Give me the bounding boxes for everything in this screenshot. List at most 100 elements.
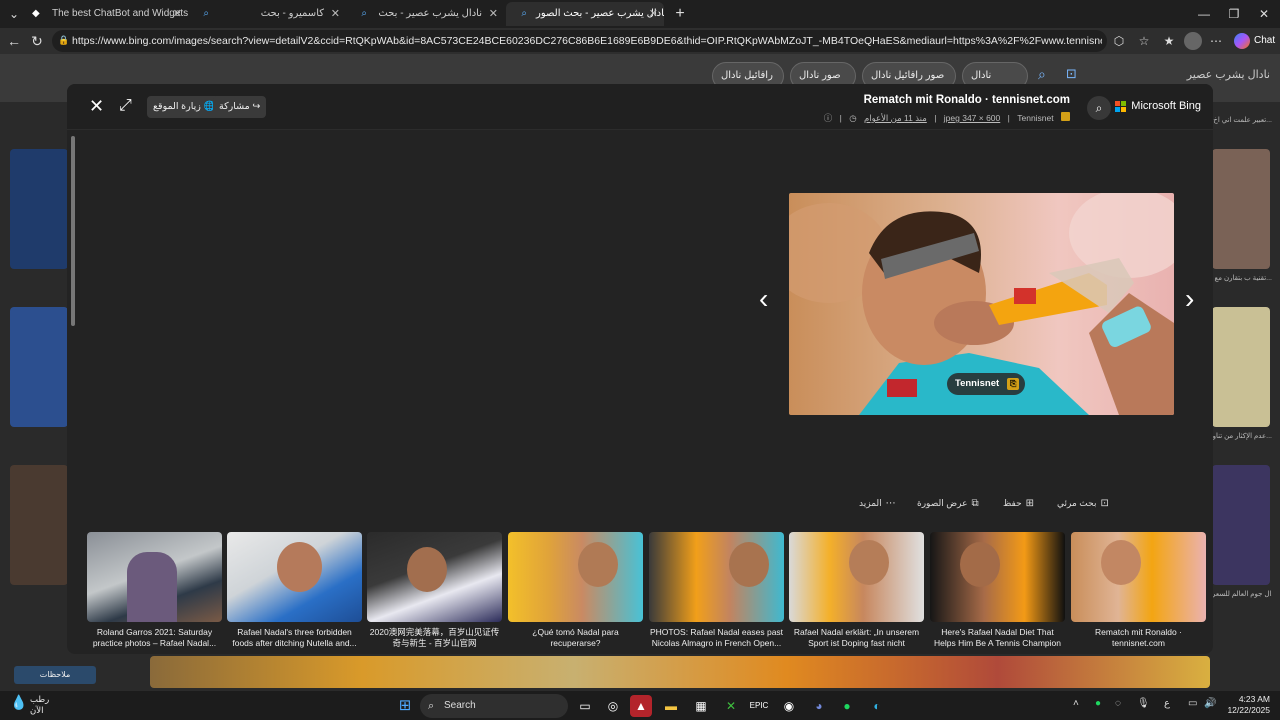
share-button[interactable]: مشاركة ↪: [213, 96, 267, 118]
thumbnail-caption: Roland Garros 2021: Saturday practice ph…: [92, 627, 217, 648]
microsoft-bing-logo[interactable]: Microsoft Bing: [1115, 100, 1201, 112]
previous-arrow-icon[interactable]: ‹: [759, 284, 768, 314]
address-bar[interactable]: 🔒 https://www.bing.com/images/search?vie…: [52, 30, 1107, 52]
link-icon: ⎘: [1007, 378, 1020, 390]
related-image-card[interactable]: PHOTOS: Rafael Nadal eases past Nicolas …: [649, 532, 784, 651]
feedback-button[interactable]: ملاحظات: [14, 666, 96, 684]
info-icon[interactable]: ⓘ: [824, 113, 833, 123]
chevron-up-icon[interactable]: ˄: [1073, 698, 1079, 709]
close-icon[interactable]: ✕: [649, 2, 658, 26]
taskbar-search[interactable]: ⌕ Search: [420, 694, 568, 718]
next-arrow-icon[interactable]: ›: [1185, 284, 1194, 314]
tab-label: نادال يشرب عصير - بحث: [378, 8, 482, 19]
more-menu-icon[interactable]: ⋯: [1207, 32, 1225, 50]
close-icon[interactable]: ✕: [489, 2, 498, 26]
background-thumb: [10, 465, 68, 585]
image-title[interactable]: Rematch mit Ronaldo · tennisnet.com: [864, 94, 1070, 106]
clock-icon: ◷: [849, 113, 857, 123]
weather-widget[interactable]: 💧 رطب الآن: [8, 694, 49, 716]
epic-games-icon[interactable]: EPIC: [748, 695, 770, 717]
image-dimensions[interactable]: jpeg 347 × 600: [944, 113, 1000, 123]
windows-taskbar: 💧 رطب الآن ⊞ ⌕ Search ▭ ◎ ▲ ▬ ▦ ✕ EPIC ◉…: [0, 690, 1280, 720]
app-icon[interactable]: ▲: [630, 695, 652, 717]
search-query[interactable]: نادال يشرب عصير: [1090, 68, 1270, 81]
related-image-card[interactable]: ¿Qué tomó Nadal para recuperarse?: [508, 532, 643, 651]
visit-site-button[interactable]: زيارة الموقع 🌐: [147, 96, 222, 118]
search-button[interactable]: ⌕: [1087, 96, 1111, 120]
tab-chatbot[interactable]: ◆ The best ChatBot and Widgets for ✕: [22, 2, 188, 26]
extensions-icon[interactable]: ⬡: [1110, 32, 1128, 50]
more-action[interactable]: المزيد ⋯: [859, 498, 896, 509]
task-view-icon[interactable]: ▭: [574, 695, 596, 717]
related-image-card[interactable]: Roland Garros 2021: Saturday practice ph…: [87, 532, 222, 651]
edge-icon[interactable]: ◐: [866, 695, 888, 717]
tab-bar: ⌄ ◆ The best ChatBot and Widgets for ✕ ⌕…: [0, 0, 1280, 28]
side-caption: عدم الإكثار من تناو...: [1212, 433, 1272, 440]
related-image-card[interactable]: Rematch mit Ronaldo · tennisnet.com: [1071, 532, 1206, 651]
image-source-badge[interactable]: Tennisnet ⎘: [947, 373, 1026, 395]
copilot-chat-button[interactable]: Chat: [1230, 31, 1276, 51]
app-icon[interactable]: ◎: [602, 695, 624, 717]
spotify-tray-icon[interactable]: ●: [1095, 698, 1101, 709]
tab-casemiro[interactable]: ⌕ كاسميرو - بحث ✕: [188, 2, 346, 26]
thumbnail-image: [87, 532, 222, 622]
thumbnail-caption: 2020澳网完美落幕，百岁山见证传奇与新生 - 百岁山官网: [369, 627, 500, 648]
refresh-button[interactable]: ↻: [27, 31, 47, 51]
tab-nadal-search[interactable]: ⌕ نادال يشرب عصير - بحث ✕: [346, 2, 504, 26]
image-source[interactable]: Tennisnet: [1017, 113, 1053, 123]
spotify-icon[interactable]: ●: [836, 695, 858, 717]
visual-search-icon[interactable]: ⊡: [1066, 66, 1077, 82]
save-action[interactable]: حفظ ⊞: [1003, 498, 1034, 509]
volume-icon[interactable]: 🔊: [1204, 698, 1216, 709]
file-explorer-icon[interactable]: ▬: [660, 695, 682, 717]
meta-separator: |: [839, 113, 842, 123]
search-icon: ⌕: [203, 8, 209, 19]
side-caption: حتزال رافائيل نادال جوم العالم للسعر...: [1212, 591, 1272, 598]
close-icon[interactable]: ✕: [89, 96, 104, 116]
thumbnail-caption: Rematch mit Ronaldo · tennisnet.com: [1095, 627, 1182, 648]
related-image-card[interactable]: Rafael Nadal's three forbidden foods aft…: [227, 532, 362, 651]
chat-label: Chat: [1254, 35, 1276, 46]
profile-avatar[interactable]: [1184, 32, 1202, 50]
back-button[interactable]: ←: [4, 31, 24, 51]
microphone-icon[interactable]: 🎙: [1137, 698, 1150, 709]
visual-search-action[interactable]: بحث مرئي ⊡: [1057, 498, 1109, 509]
close-icon[interactable]: ✕: [331, 2, 340, 26]
background-thumb: [1212, 149, 1270, 269]
background-image-row: [150, 656, 1210, 688]
store-icon[interactable]: ▦: [690, 695, 712, 717]
visual-search-icon: ⊡: [1100, 498, 1109, 509]
view-image-action[interactable]: عرض الصورة ⧉: [917, 498, 979, 509]
brand-label: Microsoft Bing: [1131, 100, 1201, 112]
new-tab-button[interactable]: +: [664, 0, 696, 28]
steam-icon[interactable]: ◉: [778, 695, 800, 717]
windows-start-icon[interactable]: ⊞: [394, 695, 416, 717]
related-image-card[interactable]: Rafael Nadal erklärt: „In unserem Sport …: [789, 532, 924, 651]
restore-button[interactable]: ❐: [1218, 0, 1250, 28]
image-detail-modal: ✕ ⤢ زيارة الموقع 🌐 مشاركة ↪ Rematch mit …: [67, 84, 1213, 654]
lock-icon: 🔒: [58, 35, 70, 45]
close-icon[interactable]: ✕: [173, 2, 182, 26]
related-image-card[interactable]: Here's Rafael Nadal Diet That Helps Him …: [930, 532, 1065, 651]
tab-nadal-images[interactable]: ⌕ نادال يشرب عصير - بحث الصور ✕: [506, 2, 664, 26]
favorite-star-icon[interactable]: ☆: [1135, 32, 1153, 50]
view-image-icon: ⧉: [971, 498, 979, 509]
favorites-icon[interactable]: ★: [1160, 32, 1178, 50]
modal-scrollbar[interactable]: [71, 136, 75, 326]
system-clock[interactable]: 4:23 AM 12/22/2025: [1227, 694, 1270, 716]
close-window-button[interactable]: ✕: [1248, 0, 1280, 28]
rain-drop-icon: 💧: [10, 694, 28, 710]
search-icon[interactable]: ⌕: [1038, 66, 1046, 83]
network-icon[interactable]: ▭: [1188, 698, 1197, 709]
language-indicator[interactable]: ع: [1164, 698, 1170, 709]
expand-icon[interactable]: ⤢: [119, 96, 132, 116]
discord-icon[interactable]: ◕: [808, 695, 830, 717]
search-label: Search: [444, 700, 476, 711]
background-thumb: [10, 149, 68, 269]
xbox-icon[interactable]: ✕: [720, 695, 742, 717]
minimize-button[interactable]: —: [1188, 0, 1220, 28]
related-image-card[interactable]: 2020澳网完美落幕，百岁山见证传奇与新生 - 百岁山官网: [367, 532, 502, 651]
url-text[interactable]: https://www.bing.com/images/search?view=…: [72, 30, 1102, 52]
thumbnail-image: [367, 532, 502, 622]
tray-app-icon[interactable]: ◌: [1115, 698, 1121, 709]
